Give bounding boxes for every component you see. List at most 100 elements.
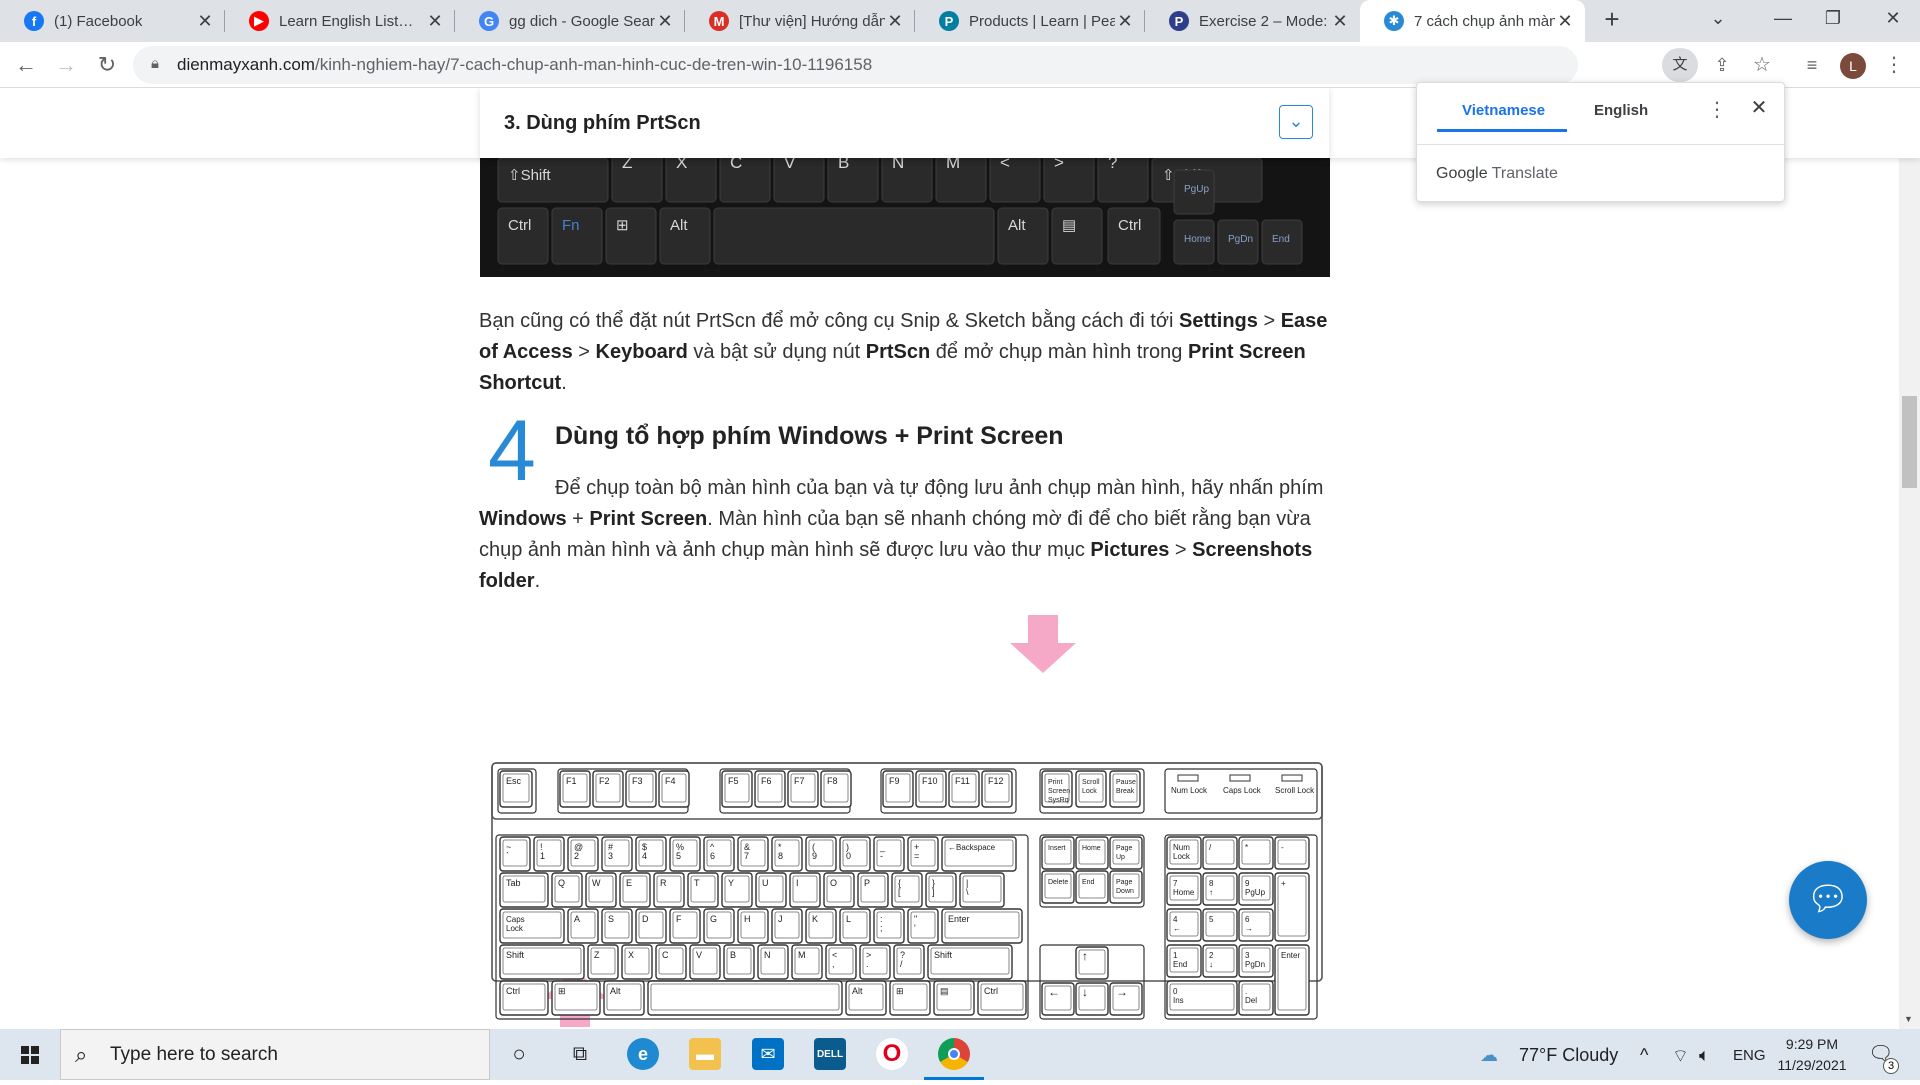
clock-time[interactable]: 9:29 PM bbox=[1776, 1036, 1848, 1052]
input-language[interactable]: ENG bbox=[1733, 1047, 1766, 1064]
toc-expand-chevron-icon[interactable]: ⌄ bbox=[1279, 105, 1313, 139]
weather-text[interactable]: 77°F Cloudy bbox=[1519, 1045, 1618, 1066]
browser-menu-icon[interactable]: ⋮ bbox=[1880, 52, 1908, 80]
forward-button[interactable]: → bbox=[52, 52, 80, 80]
active-tab-underline bbox=[1437, 129, 1567, 132]
close-tab-icon[interactable]: ✕ bbox=[655, 11, 675, 32]
tab-english[interactable]: English bbox=[1594, 102, 1648, 119]
close-tab-icon[interactable]: ✕ bbox=[195, 11, 215, 32]
windows-taskbar: ⌕ Type here to search ○ ⧉ e ▬ ✉ DELL O ☁… bbox=[0, 1029, 1920, 1080]
task-view-icon[interactable]: ⧉ bbox=[564, 1038, 596, 1070]
photo-key-label: Ctrl bbox=[1118, 217, 1141, 234]
lock-icon[interactable]: 🔒︎ bbox=[151, 55, 159, 72]
diagram-key-label: Ctrl bbox=[984, 986, 998, 996]
back-button[interactable]: ← bbox=[12, 52, 40, 80]
show-hidden-icons-chevron[interactable]: ^ bbox=[1640, 1045, 1648, 1066]
close-tab-icon[interactable]: ✕ bbox=[1115, 11, 1135, 32]
cortana-icon[interactable]: ○ bbox=[503, 1038, 535, 1070]
url-host: dienmayxanh.com bbox=[177, 55, 315, 74]
diagram-key-label: F3 bbox=[632, 776, 643, 786]
new-tab-button[interactable]: + bbox=[1597, 4, 1627, 34]
share-icon[interactable]: ⇪ bbox=[1708, 52, 1736, 80]
close-icon[interactable]: ✕ bbox=[1747, 95, 1771, 120]
mail-icon[interactable]: ✉ bbox=[752, 1038, 784, 1070]
tab-search-chevron-icon[interactable]: ⌄ bbox=[1703, 8, 1733, 34]
diagram-key-label: PgDn bbox=[1245, 960, 1265, 969]
minimize-button[interactable]: — bbox=[1768, 8, 1798, 34]
bold-prtscn: PrtScn bbox=[865, 341, 931, 363]
browser-tab[interactable]: Ggg dich - Google Sear… ✕ bbox=[455, 0, 685, 42]
reload-button[interactable]: ↻ bbox=[93, 52, 121, 80]
taskbar-search-box[interactable]: ⌕ Type here to search bbox=[60, 1029, 490, 1080]
network-icon[interactable]: ⌔ bbox=[1672, 1045, 1689, 1068]
close-tab-icon[interactable]: ✕ bbox=[1330, 11, 1350, 32]
volume-icon[interactable]: 🔈︎ bbox=[1699, 1045, 1710, 1066]
diagram-key-label: Down bbox=[1116, 888, 1134, 895]
diagram-key-label: Up bbox=[1116, 854, 1125, 861]
weather-cloud-icon[interactable]: ☁ bbox=[1480, 1045, 1498, 1066]
search-icon: ⌕ bbox=[75, 1042, 88, 1067]
diagram-key-label: O bbox=[830, 878, 837, 888]
photo-key-label: ? bbox=[1108, 158, 1117, 172]
file-explorer-icon[interactable]: ▬ bbox=[689, 1038, 721, 1070]
chrome-icon[interactable] bbox=[938, 1038, 970, 1070]
start-button[interactable] bbox=[0, 1029, 60, 1080]
restore-button[interactable]: ❐ bbox=[1818, 8, 1848, 34]
diagram-key-label: 3 bbox=[608, 851, 613, 861]
diagram-key-label: Page bbox=[1116, 879, 1132, 886]
opera-icon[interactable]: O bbox=[876, 1038, 908, 1070]
diagram-key-label: PgUp bbox=[1245, 888, 1266, 897]
clock-date[interactable]: 11/29/2021 bbox=[1773, 1057, 1851, 1073]
photo-key-label: Alt bbox=[1008, 217, 1026, 234]
sticky-toc-box[interactable]: 3. Dùng phím PrtScn ⌄ bbox=[480, 88, 1329, 158]
diagram-key-label: F1 bbox=[566, 776, 577, 786]
close-window-button[interactable]: ✕ bbox=[1878, 8, 1908, 34]
bold-print-screen: Print Screen bbox=[589, 508, 708, 530]
diagram-key-label: 5 bbox=[676, 851, 681, 861]
tab-title: gg dich - Google Sear… bbox=[509, 12, 655, 30]
browser-tab[interactable]: M [Thư viện] Hướng dẫn…✕ bbox=[685, 0, 915, 42]
indicator-label: Caps Lock bbox=[1223, 786, 1262, 795]
diagram-key-label: F9 bbox=[889, 776, 900, 786]
close-tab-icon[interactable]: ✕ bbox=[1555, 11, 1575, 32]
diagram-key-label: 8 bbox=[778, 851, 783, 861]
diagram-key-label: Y bbox=[728, 878, 734, 888]
photo-key bbox=[1097, 158, 1149, 203]
browser-tab[interactable]: f (1) Facebook ✕ bbox=[0, 0, 225, 42]
diagram-key-label: . bbox=[866, 959, 869, 969]
scroll-down-arrow-icon[interactable]: ▼ bbox=[1904, 1014, 1913, 1024]
translate-options-icon[interactable]: ⋮ bbox=[1707, 97, 1727, 122]
pearson-icon: P bbox=[939, 11, 959, 31]
close-tab-icon[interactable]: ✕ bbox=[885, 11, 905, 32]
photo-key-label: < bbox=[1000, 158, 1010, 172]
url-text[interactable]: dienmayxanh.com/kinh-nghiem-hay/7-cach-c… bbox=[177, 55, 872, 75]
diagram-key-label: F11 bbox=[955, 776, 970, 786]
photo-key-label: End bbox=[1272, 234, 1290, 245]
diagram-key-label: Ins bbox=[1173, 996, 1184, 1005]
close-tab-icon[interactable]: ✕ bbox=[425, 11, 445, 32]
bookmark-star-icon[interactable]: ☆ bbox=[1748, 52, 1776, 80]
bold-keyboard: Keyboard bbox=[595, 341, 688, 363]
diagram-key-label: W bbox=[592, 878, 601, 888]
tab-vietnamese[interactable]: Vietnamese bbox=[1462, 102, 1545, 119]
diagram-key-label: 1 bbox=[1173, 951, 1178, 960]
chat-support-icon[interactable]: 💬︎ bbox=[1789, 861, 1867, 939]
dell-icon[interactable]: DELL bbox=[814, 1038, 846, 1070]
browser-tab[interactable]: ▶ Learn English List… ✕ bbox=[225, 0, 455, 42]
diagram-key-label: Lock bbox=[1173, 852, 1191, 861]
keyboard-photo: ⇧ShiftZXCVBNM<>?⇧ShiftCtrlFn⊞AltAlt▤Ctrl… bbox=[480, 158, 1330, 277]
browser-tab[interactable]: P Exercise 2 – Mode: re…✕ bbox=[1145, 0, 1360, 42]
translate-page-icon[interactable]: 文 bbox=[1662, 48, 1698, 82]
diagram-key-label: 8 bbox=[1209, 879, 1214, 888]
scrollbar-thumb[interactable] bbox=[1902, 396, 1917, 488]
profile-avatar[interactable]: L bbox=[1840, 53, 1866, 79]
diagram-key-label: 9 bbox=[812, 851, 817, 861]
browser-tab[interactable]: P Products | Learn | Pea…✕ bbox=[915, 0, 1145, 42]
paragraph-win-printscreen: Để chụp toàn bộ màn hình của bạn và tự đ… bbox=[479, 477, 1324, 592]
diagram-key-label: E bbox=[626, 878, 632, 888]
reading-list-icon[interactable]: ≡ bbox=[1798, 52, 1826, 80]
edge-icon[interactable]: e bbox=[627, 1038, 659, 1070]
browser-tab[interactable]: ✱ 7 cách chụp ảnh màn…✕ bbox=[1360, 0, 1585, 42]
page-scrollbar[interactable]: ▲ ▼ bbox=[1899, 88, 1920, 1029]
diagram-key-label: Insert bbox=[1048, 845, 1066, 852]
